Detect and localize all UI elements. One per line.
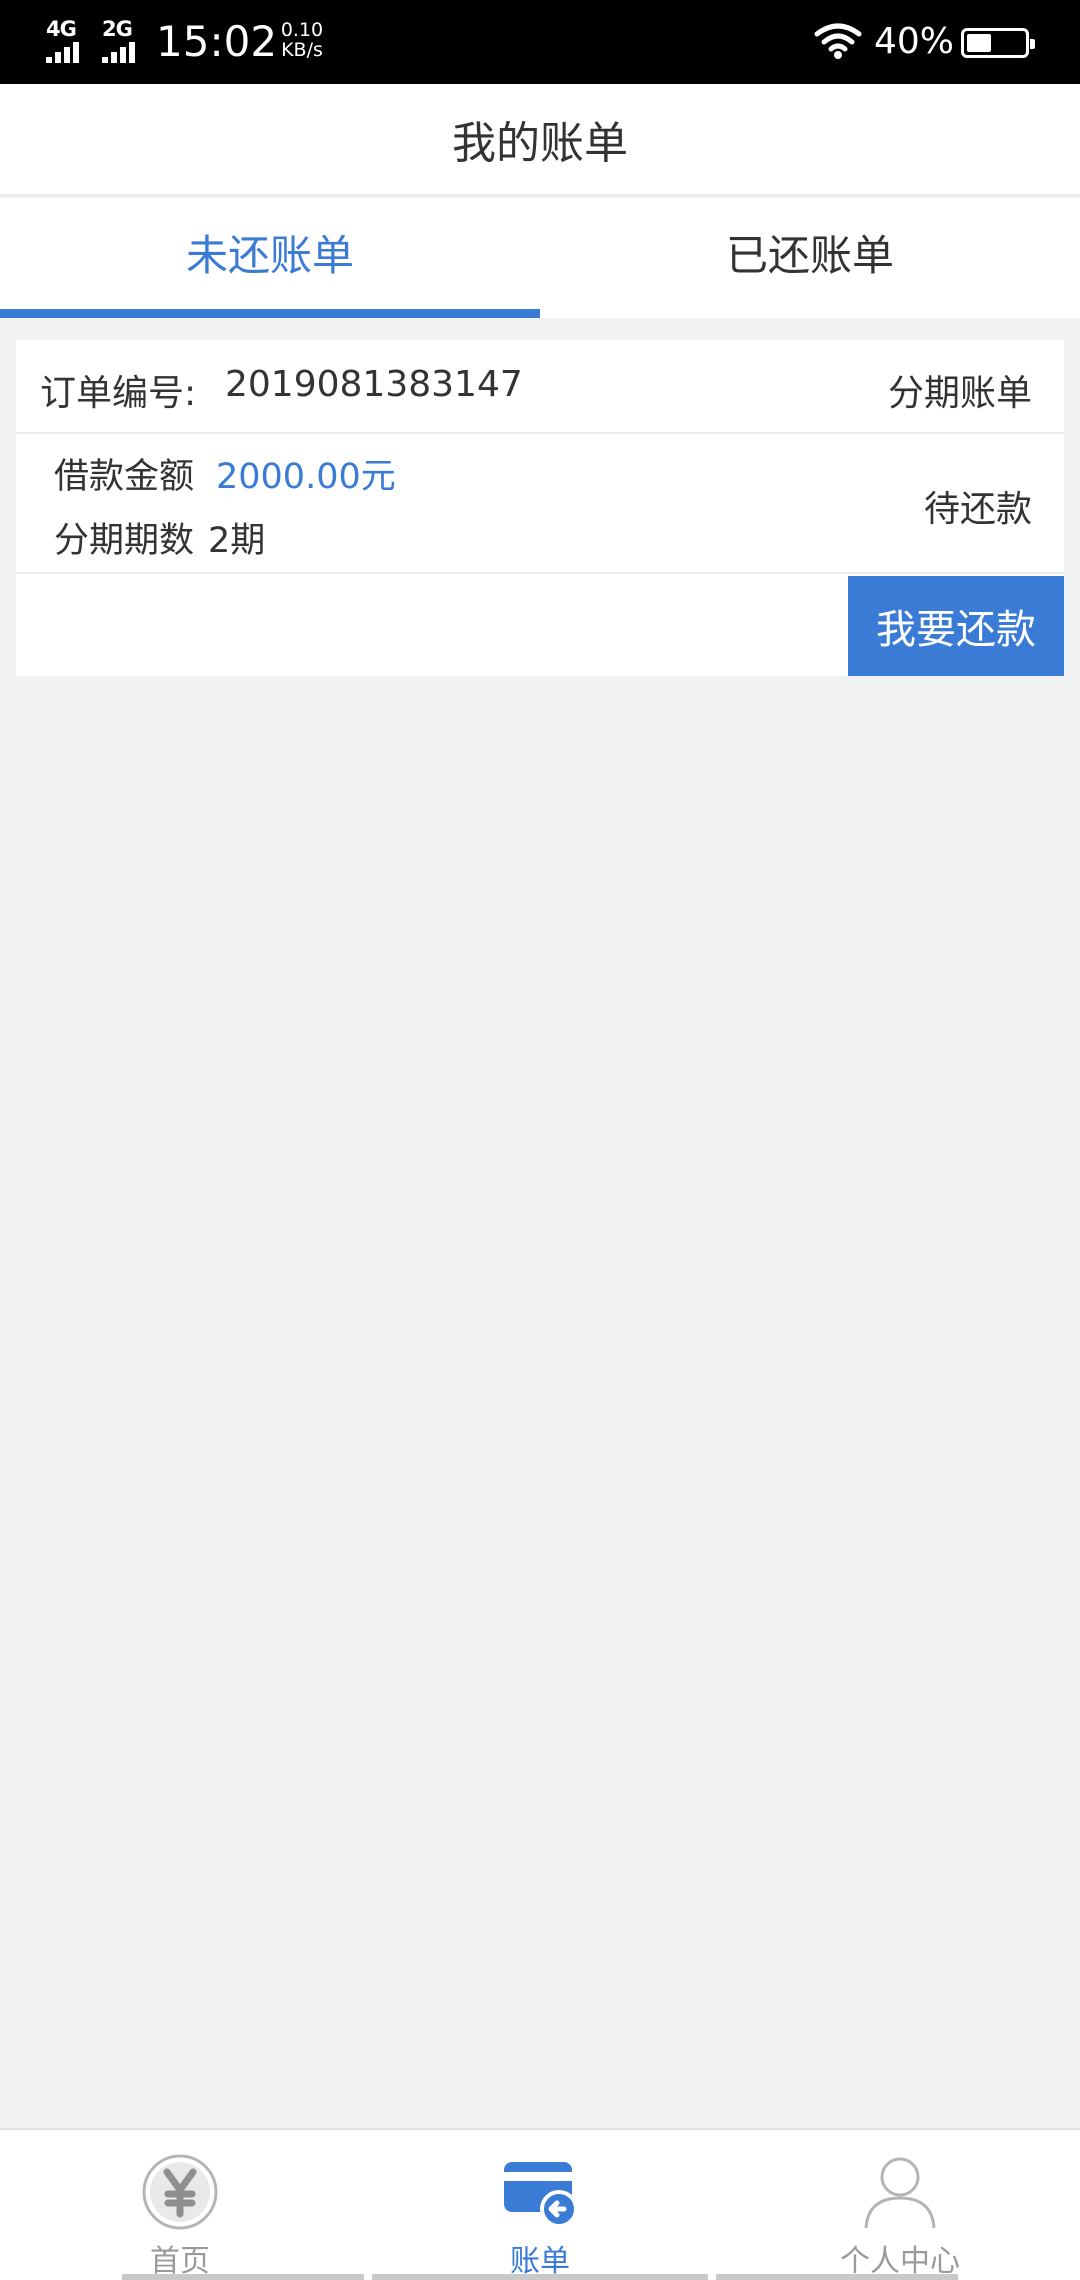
loan-amount-label: 借款金额 <box>54 457 195 497</box>
bottom-nav: 首页 账单 个人中心 <box>0 2128 1080 2280</box>
page-title: 我的账单 <box>452 118 628 169</box>
wifi-icon <box>814 23 862 59</box>
user-icon <box>864 2157 936 2229</box>
battery-icon <box>961 28 1035 58</box>
bill-tabs: 未还账单 已还账单 <box>0 198 1080 318</box>
nav-home[interactable]: 首页 <box>80 2130 280 2280</box>
signal-2g-icon: 2G <box>102 18 135 63</box>
network-type-b: 2G <box>102 17 133 41</box>
nav-divider <box>372 2274 708 2280</box>
network-speed-value: 0.10 <box>280 19 324 41</box>
status-bar: 4G 2G 15:02 0.10 KB/s 40% <box>0 0 1080 84</box>
loan-amount-value: 2000.00元 <box>216 457 396 497</box>
installment-count-value: 2期 <box>208 521 266 561</box>
network-speed: 0.10 KB/s <box>272 20 332 60</box>
nav-bills[interactable]: 账单 <box>440 2130 640 2280</box>
installment-count-label: 分期期数 <box>54 521 195 561</box>
yen-icon <box>142 2154 218 2230</box>
tab-paid-bills[interactable]: 已还账单 <box>540 198 1080 318</box>
repay-button[interactable]: 我要还款 <box>848 576 1064 676</box>
repayment-status: 待还款 <box>923 489 1032 530</box>
tab-unpaid-bills[interactable]: 未还账单 <box>0 198 540 318</box>
battery-percent: 40% <box>874 21 955 62</box>
signal-4g-icon: 4G <box>46 18 79 63</box>
order-number-label: 订单编号: <box>40 373 197 414</box>
tab-unpaid-label: 未还账单 <box>185 230 354 280</box>
tab-paid-label: 已还账单 <box>725 230 894 280</box>
card-icon <box>504 2162 578 2228</box>
network-speed-unit: KB/s <box>281 39 323 61</box>
network-type-a: 4G <box>46 17 77 41</box>
nav-divider <box>122 2274 364 2280</box>
order-number: 2019081383147 <box>225 364 523 405</box>
nav-divider <box>716 2274 958 2280</box>
page-header: 我的账单 <box>0 84 1080 196</box>
bill-card[interactable]: 订单编号: 2019081383147 分期账单 借款金额 2000.00元 分… <box>16 340 1064 676</box>
bill-card-header: 订单编号: 2019081383147 分期账单 <box>16 340 1064 434</box>
status-time: 15:02 <box>156 17 278 66</box>
bill-type: 分期账单 <box>887 373 1032 414</box>
bill-card-body: 借款金额 2000.00元 分期期数 2期 待还款 <box>16 434 1064 574</box>
nav-profile[interactable]: 个人中心 <box>800 2130 1000 2280</box>
